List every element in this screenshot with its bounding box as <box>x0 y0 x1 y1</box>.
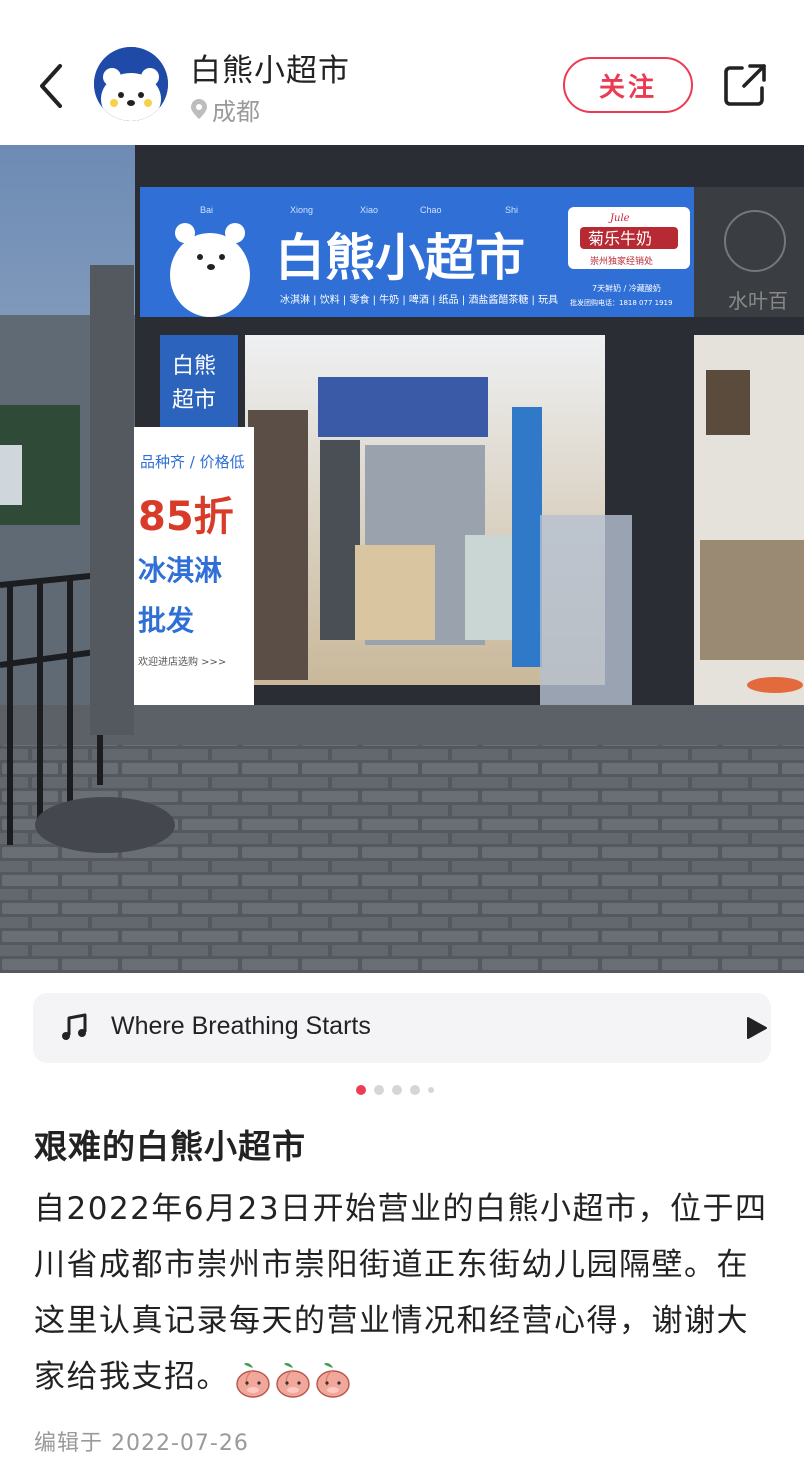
play-icon[interactable] <box>743 1015 769 1041</box>
banner-footer: 欢迎进店选购 >>> <box>138 655 226 668</box>
banner-discount: 85折 <box>138 494 234 540</box>
author-name[interactable]: 白熊小超市 <box>190 45 350 90</box>
sign-title: 白熊小超市 <box>275 229 525 287</box>
bear-avatar-icon <box>94 47 168 121</box>
image-pager <box>356 1085 434 1095</box>
banner-line3: 批发 <box>138 604 194 637</box>
milk-phone: 批发团购电话：1818 077 1919 <box>570 298 672 307</box>
sign-pinyin-2: Xiong <box>290 205 313 215</box>
peach-emoji <box>316 1362 350 1398</box>
sign-pinyin-1: Bai <box>200 205 213 215</box>
location-label: 成都 <box>212 97 260 126</box>
music-note-icon <box>62 1013 87 1040</box>
sign-pinyin-5: Shi <box>505 205 518 215</box>
emoji-row <box>235 1360 351 1398</box>
pager-dot-2[interactable] <box>374 1085 384 1095</box>
milk-fresh: 7天鲜奶 / 冷藏酸奶 <box>592 283 661 293</box>
follow-button[interactable]: 关注 <box>563 57 693 113</box>
milk-brand: 菊乐牛奶 <box>588 229 652 248</box>
post-photo[interactable]: Bai Xiong Xiao Chao Shi 白熊小超市 冰淇淋 | 饮料 |… <box>0 145 804 973</box>
sign-pinyin-3: Xiao <box>360 205 378 215</box>
sign-items: 冰淇淋 | 饮料 | 零食 | 牛奶 | 啤酒 | 纸品 | 酒盐酱醋茶糖 | … <box>280 293 558 306</box>
post-body: 自2022年6月23日开始营业的白熊小超市，位于四川省成都市崇州市崇阳街道正东街… <box>34 1181 774 1405</box>
post-title: 艰难的白熊小超市 <box>34 1127 306 1166</box>
pager-dot-5[interactable] <box>428 1087 434 1093</box>
peach-emoji <box>276 1362 310 1398</box>
peach-emoji <box>236 1362 270 1398</box>
share-icon <box>724 64 766 106</box>
avatar[interactable] <box>94 47 168 121</box>
milk-brand-en: Jule <box>608 213 630 224</box>
store-front-image: Bai Xiong Xiao Chao Shi 白熊小超市 冰淇淋 | 饮料 |… <box>0 145 804 973</box>
sign-pinyin-4: Chao <box>420 205 442 215</box>
location-tag[interactable]: 成都 <box>190 94 260 126</box>
banner-line1: 品种齐 / 价格低 <box>140 453 245 471</box>
side-sign-1: 白熊 <box>172 354 216 379</box>
banner-line2: 冰淇淋 <box>138 554 222 587</box>
location-icon <box>191 99 207 119</box>
back-button[interactable] <box>28 58 74 114</box>
post-header: 白熊小超市 成都 关注 <box>0 0 804 145</box>
share-button[interactable] <box>722 62 768 108</box>
milk-dealer: 崇州独家经销处 <box>590 255 653 267</box>
music-bar[interactable]: Where Breathing Starts <box>33 993 771 1063</box>
side-sign-2: 超市 <box>172 388 216 413</box>
post-edit-date: 编辑于 2022-07-26 <box>34 1431 249 1456</box>
back-icon <box>40 64 62 108</box>
pager-dot-4[interactable] <box>410 1085 420 1095</box>
pager-dot-3[interactable] <box>392 1085 402 1095</box>
pager-dot-1[interactable] <box>356 1085 366 1095</box>
neighbor-sign: 水叶百 <box>728 289 788 313</box>
post-body-text: 自2022年6月23日开始营业的白熊小超市，位于四川省成都市崇州市崇阳街道正东街… <box>34 1191 768 1395</box>
music-title: Where Breathing Starts <box>111 1012 371 1040</box>
